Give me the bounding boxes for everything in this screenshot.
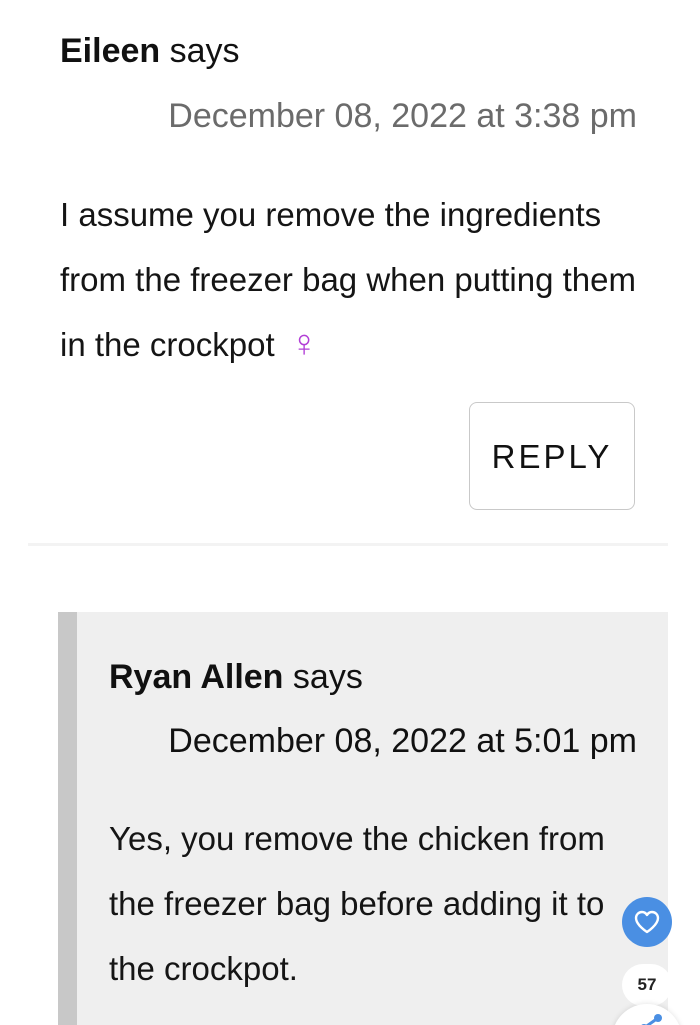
comment-timestamp[interactable]: December 08, 2022 at 3:38 pm [168, 95, 637, 137]
heart-icon [634, 910, 660, 934]
reply-author-line: Ryan Allen says [109, 656, 363, 698]
reply-ryan-allen: Ryan Allen says December 08, 2022 at 5:0… [58, 612, 668, 1025]
reply-body: Yes, you remove the chicken from the fre… [109, 820, 605, 987]
comment-says: says [169, 32, 240, 70]
like-count: 57 [622, 964, 672, 1006]
female-sign-icon: ♀ [289, 323, 319, 365]
comment-divider [28, 543, 668, 546]
comment-body-text: I assume you remove the ingredients from… [60, 196, 636, 363]
comments-page: Eileen says December 08, 2022 at 3:38 pm… [0, 0, 700, 1025]
like-button[interactable] [622, 897, 672, 947]
reply-timestamp[interactable]: December 08, 2022 at 5:01 pm [168, 720, 637, 762]
reply-button[interactable]: REPLY [469, 402, 635, 510]
reply-says: says [292, 658, 363, 696]
comment-author: Eileen [60, 32, 161, 70]
reply-author: Ryan Allen [109, 658, 284, 696]
comment-body: I assume you remove the ingredients from… [60, 182, 660, 377]
share-icon [641, 1014, 662, 1025]
comment-author-line: Eileen says [60, 30, 240, 72]
